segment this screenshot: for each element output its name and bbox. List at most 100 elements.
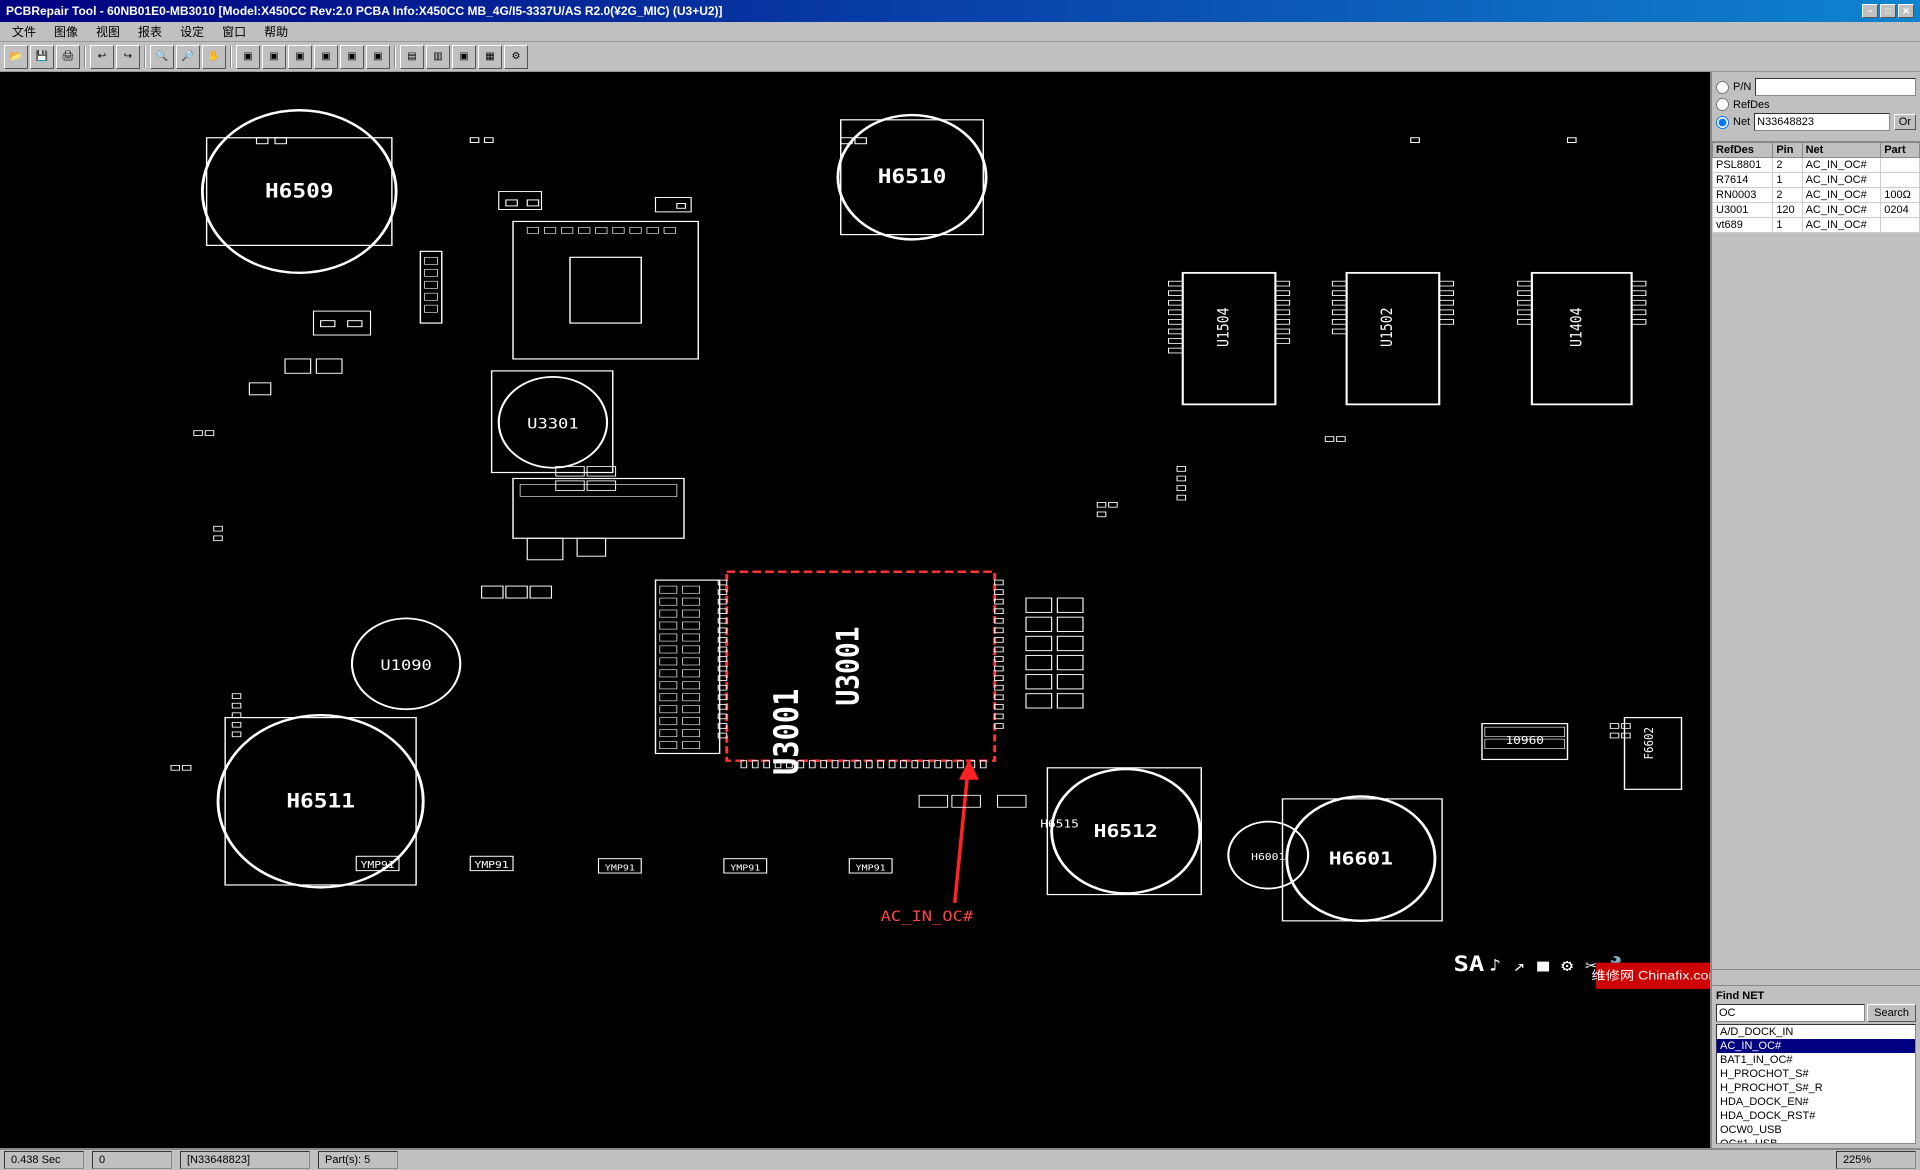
net-list[interactable]: A/D_DOCK_INAC_IN_OC#BAT1_IN_OC#H_PROCHOT…: [1716, 1024, 1916, 1144]
net-list-item[interactable]: OCW0_USB: [1717, 1123, 1915, 1137]
menu-bar: 文件 图像 视图 报表 设定 窗口 帮助: [0, 22, 1920, 42]
minimize-button[interactable]: −: [1862, 4, 1878, 18]
find-net-input[interactable]: [1716, 1004, 1865, 1022]
net-list-item[interactable]: H_PROCHOT_S#: [1717, 1067, 1915, 1081]
pcb-canvas[interactable]: H6509 H6510 U1504 U1504 U1502 U1404: [0, 72, 1710, 1148]
radio-pn-label: P/N: [1733, 81, 1751, 93]
status-bar: 0.438 Sec 0 [N33648823] Part(s): 5 225%: [0, 1148, 1920, 1170]
tool-save[interactable]: 💾: [30, 45, 54, 69]
svg-text:H6601: H6601: [1329, 848, 1393, 869]
tool-print[interactable]: 🖨: [56, 45, 80, 69]
table-cell-part: 0204: [1881, 203, 1920, 218]
table-row[interactable]: vt6891AC_IN_OC#: [1713, 218, 1920, 233]
table-cell-refdes: R7614: [1713, 173, 1773, 188]
svg-text:YMP91: YMP91: [474, 860, 508, 871]
or-button[interactable]: Or: [1894, 114, 1916, 130]
tool-zoom-out[interactable]: 🔎: [176, 45, 200, 69]
svg-text:U1502: U1502: [1379, 307, 1396, 347]
svg-text:AC_IN_OC#: AC_IN_OC#: [881, 907, 974, 924]
net-list-item[interactable]: A/D_DOCK_IN: [1717, 1025, 1915, 1039]
net-list-item[interactable]: BAT1_IN_OC#: [1717, 1053, 1915, 1067]
net-list-item[interactable]: AC_IN_OC#: [1717, 1039, 1915, 1053]
col-net: Net: [1802, 143, 1881, 158]
window-controls: − □ ✕: [1862, 4, 1914, 18]
close-button[interactable]: ✕: [1898, 4, 1914, 18]
maximize-button[interactable]: □: [1880, 4, 1896, 18]
tool-select[interactable]: ▣: [236, 45, 260, 69]
find-net-label: Find NET: [1716, 990, 1916, 1002]
status-net: [N33648823]: [180, 1151, 310, 1169]
toolbar-separator-2: [144, 46, 146, 68]
pn-input[interactable]: [1755, 78, 1916, 96]
tool-redo[interactable]: ↪: [116, 45, 140, 69]
toolbar: 📂 💾 🖨 ↩ ↪ 🔍 🔎 ✋ ▣ ▣ ▣ ▣ ▣ ▣ ▤ ▥ ▣ ▦ ⚙: [0, 42, 1920, 72]
radio-net-label: Net: [1733, 116, 1750, 128]
table-row[interactable]: PSL88012AC_IN_OC#: [1713, 158, 1920, 173]
col-pin: Pin: [1773, 143, 1802, 158]
radio-refdes[interactable]: [1716, 98, 1729, 111]
svg-text:H6509: H6509: [265, 179, 334, 202]
table-cell-part: [1881, 158, 1920, 173]
status-time: 0.438 Sec: [4, 1151, 84, 1169]
tool-undo[interactable]: ↩: [90, 45, 114, 69]
net-list-item[interactable]: OC#1_USB: [1717, 1137, 1915, 1144]
net-list-item[interactable]: HDA_DOCK_RST#: [1717, 1109, 1915, 1123]
tool-5[interactable]: ▣: [366, 45, 390, 69]
tool-6[interactable]: ▤: [400, 45, 424, 69]
tool-1[interactable]: ▣: [262, 45, 286, 69]
search-section: P/N RefDes Net Or: [1712, 72, 1920, 142]
net-list-item[interactable]: H_PROCHOT_S#_R: [1717, 1081, 1915, 1095]
spacer: [1712, 556, 1920, 970]
tool-7[interactable]: ▥: [426, 45, 450, 69]
find-net-button[interactable]: Search: [1867, 1004, 1916, 1022]
table-cell-refdes: PSL8801: [1713, 158, 1773, 173]
right-scrollbar[interactable]: [1712, 969, 1920, 985]
tool-3[interactable]: ▣: [314, 45, 338, 69]
radio-net[interactable]: [1716, 116, 1729, 129]
table-row[interactable]: RN00032AC_IN_OC#100Ω: [1713, 188, 1920, 203]
svg-text:U3001: U3001: [829, 627, 866, 706]
tool-zoom-in[interactable]: 🔍: [150, 45, 174, 69]
tool-2[interactable]: ▣: [288, 45, 312, 69]
radio-pn[interactable]: [1716, 81, 1729, 94]
tool-9[interactable]: ▦: [478, 45, 502, 69]
right-panel: P/N RefDes Net Or RefDes Pin: [1710, 72, 1920, 1148]
net-search-input[interactable]: [1754, 113, 1890, 131]
menu-report[interactable]: 报表: [130, 21, 170, 42]
svg-text:U1090: U1090: [380, 656, 431, 673]
results-table[interactable]: RefDes Pin Net Part PSL88012AC_IN_OC#R76…: [1712, 142, 1920, 556]
status-zoom: 225%: [1836, 1151, 1916, 1169]
menu-help[interactable]: 帮助: [256, 21, 296, 42]
radio-refdes-label: RefDes: [1733, 99, 1770, 111]
toolbar-separator-1: [84, 46, 86, 68]
svg-text:U1404: U1404: [1569, 307, 1586, 347]
table-row[interactable]: R76141AC_IN_OC#: [1713, 173, 1920, 188]
tool-4[interactable]: ▣: [340, 45, 364, 69]
menu-window[interactable]: 窗口: [214, 21, 254, 42]
pcb-svg: H6509 H6510 U1504 U1504 U1502 U1404: [0, 72, 1710, 1148]
toolbar-separator-3: [230, 46, 232, 68]
table-cell-net: AC_IN_OC#: [1802, 188, 1881, 203]
table-cell-pin: 1: [1773, 218, 1802, 233]
svg-text:SA: SA: [1454, 951, 1485, 976]
tool-10[interactable]: ⚙: [504, 45, 528, 69]
svg-text:H6511: H6511: [286, 789, 355, 812]
menu-view[interactable]: 视图: [88, 21, 128, 42]
svg-text:YMP91: YMP91: [856, 863, 886, 873]
table-cell-part: [1881, 218, 1920, 233]
menu-settings[interactable]: 设定: [172, 21, 212, 42]
net-list-item[interactable]: HDA_DOCK_EN#: [1717, 1095, 1915, 1109]
table-row[interactable]: U3001120AC_IN_OC#0204: [1713, 203, 1920, 218]
tool-pan[interactable]: ✋: [202, 45, 226, 69]
svg-text:U1504: U1504: [1215, 307, 1232, 347]
find-net-section: Find NET Search A/D_DOCK_INAC_IN_OC#BAT1…: [1712, 985, 1920, 1148]
tool-8[interactable]: ▣: [452, 45, 476, 69]
table-cell-pin: 2: [1773, 158, 1802, 173]
svg-text:10960: 10960: [1505, 734, 1544, 747]
main-area: H6509 H6510 U1504 U1504 U1502 U1404: [0, 72, 1920, 1148]
menu-file[interactable]: 文件: [4, 21, 44, 42]
table-cell-net: AC_IN_OC#: [1802, 173, 1881, 188]
tool-open[interactable]: 📂: [4, 45, 28, 69]
menu-image[interactable]: 图像: [46, 21, 86, 42]
svg-text:H6001: H6001: [1251, 852, 1285, 863]
